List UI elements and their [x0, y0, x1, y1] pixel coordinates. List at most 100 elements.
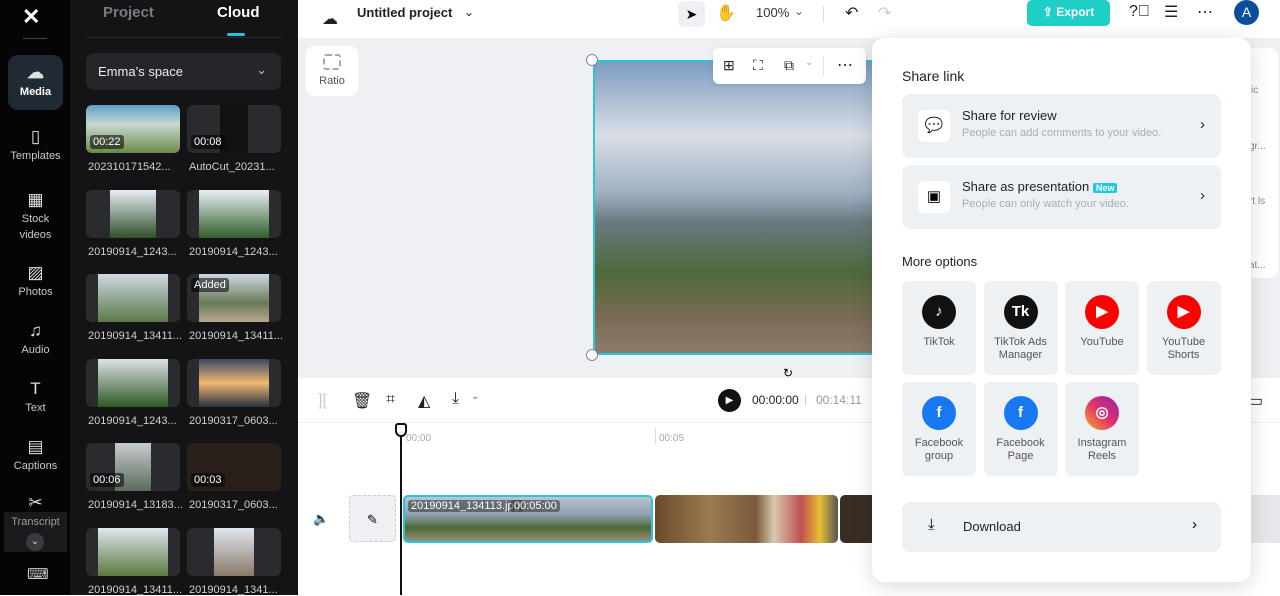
share-as-presentation-button[interactable]: ▣ Share as presentation New People can o… — [902, 165, 1221, 229]
facebook-page-icon: f — [1003, 396, 1038, 430]
card-title: Share for review — [962, 108, 1057, 123]
thumbnail-image — [98, 274, 168, 322]
share-option-label: TikTok — [923, 336, 955, 348]
zoom-level[interactable]: 100% — [756, 5, 789, 20]
media-thumbnail[interactable] — [187, 358, 281, 407]
media-thumbnail[interactable]: 00:03 — [187, 443, 281, 491]
playhead-handle[interactable] — [395, 423, 407, 437]
instagram-reels-icon: ◎ — [1085, 396, 1119, 430]
chevron-down-icon[interactable]: ⌄ — [26, 533, 44, 551]
ratio-button[interactable]: Ratio — [306, 46, 358, 96]
tick-label: 00:00 — [406, 433, 432, 444]
media-name: 20190914_1341... — [189, 583, 278, 596]
share-option-tiktok-ads-manager[interactable]: Tk TikTok Ads Manager — [983, 281, 1058, 375]
export-button[interactable]: ⇪ Export — [1027, 0, 1110, 26]
media-thumbnail[interactable]: 00:22 — [86, 105, 180, 153]
side-label[interactable]: at... — [1249, 260, 1266, 271]
share-popup: Share link 💬 Share for review People can… — [872, 38, 1251, 582]
top-bar: ☁ Untitled project ⌄ ➤ ✋ 100% ⌄ ↶ ↷ ⇪ Ex… — [298, 0, 1280, 38]
project-title[interactable]: Untitled project — [357, 5, 452, 20]
share-option-youtube-shorts[interactable]: ▶ YouTube Shorts — [1146, 281, 1221, 375]
chevron-right-icon: › — [1200, 187, 1205, 204]
tab-cloud[interactable]: Cloud — [217, 4, 260, 21]
side-label[interactable]: rt ls — [1249, 196, 1269, 207]
volume-icon[interactable]: 🔈 — [313, 511, 329, 527]
cover-edit-button[interactable]: ✎ — [349, 495, 396, 542]
play-button[interactable]: ▶ — [718, 389, 741, 412]
media-thumbnail[interactable] — [86, 358, 180, 407]
download-icon[interactable]: ⤓ — [452, 390, 459, 408]
side-label[interactable]: ic — [1251, 85, 1258, 96]
media-thumbnail[interactable] — [86, 189, 180, 238]
presentation-icon: ▣ — [918, 181, 950, 213]
select-tool-icon[interactable]: ➤ — [678, 1, 705, 27]
rail-transcript[interactable]: ✂ Transcript — [8, 493, 63, 530]
rail-captions[interactable]: ▤ Captions — [8, 437, 63, 474]
clip[interactable] — [1251, 495, 1280, 543]
media-thumbnail[interactable]: 00:06 — [86, 443, 180, 491]
split-icon[interactable]: ][ — [318, 392, 327, 410]
share-option-facebook-page[interactable]: f Facebook Page — [983, 382, 1058, 476]
background-icon[interactable]: ⧉ — [784, 57, 794, 74]
rail-text[interactable]: T Text — [8, 379, 63, 416]
divider — [86, 37, 282, 38]
undo-icon[interactable]: ↶ — [845, 3, 858, 23]
chevron-down-icon[interactable]: ⌄ — [471, 391, 479, 402]
media-name: 20190317_0603... — [189, 414, 278, 427]
share-option-youtube[interactable]: ▶ YouTube — [1065, 281, 1139, 375]
delete-icon[interactable]: 🗑 — [352, 391, 372, 411]
help-icon[interactable]: ?⃝ — [1129, 3, 1150, 21]
keyboard-icon[interactable]: ⌨ — [27, 565, 49, 583]
space-selector[interactable]: Emma’s space ⌄ — [86, 53, 281, 90]
crop-icon[interactable]: ⌗ — [386, 391, 395, 409]
share-option-label: Instagram Reels — [1077, 437, 1127, 462]
avatar[interactable]: A — [1234, 0, 1259, 25]
rail-label: Photos — [18, 286, 53, 298]
rail-templates[interactable]: ▯ Templates — [8, 127, 63, 164]
flip-icon[interactable]: ◭ — [418, 391, 430, 411]
media-thumbnail[interactable] — [86, 274, 180, 322]
share-option-facebook-group[interactable]: f Facebook group — [902, 382, 976, 476]
selected-clip[interactable]: 20190914_134113.jpg 00:05:00 — [403, 495, 653, 543]
side-label[interactable]: gr... — [1249, 141, 1266, 152]
thumbnail-image — [98, 527, 168, 576]
rail-media[interactable]: ☁ Media — [8, 55, 63, 110]
share-option-label: YouTube Shorts — [1161, 336, 1206, 361]
rail-stock-videos[interactable]: ▦ Stock videos — [8, 190, 63, 243]
clip[interactable] — [655, 495, 838, 543]
tab-project[interactable]: Project — [103, 4, 154, 21]
download-button[interactable]: ⤓ Download › — [902, 502, 1221, 552]
fit-icon[interactable]: ⛶ — [753, 57, 763, 74]
tick-label: 00:05 — [659, 433, 685, 444]
share-for-review-button[interactable]: 💬 Share for review People can add commen… — [902, 94, 1221, 158]
media-thumbnail[interactable]: 00:08 — [187, 105, 281, 153]
video-preview[interactable] — [593, 60, 883, 355]
resize-handle[interactable] — [586, 54, 598, 66]
redo-icon[interactable]: ↷ — [878, 3, 891, 23]
active-tab-indicator — [227, 33, 245, 36]
more-icon[interactable]: ⋯ — [1197, 2, 1213, 22]
more-icon[interactable]: ⋯ — [837, 55, 853, 75]
playhead[interactable] — [400, 430, 402, 595]
share-option-instagram-reels[interactable]: ◎ Instagram Reels — [1065, 382, 1139, 476]
media-thumbnail[interactable]: Added — [187, 274, 281, 322]
youtube-shorts-icon: ▶ — [1166, 295, 1201, 329]
share-option-tiktok[interactable]: ♪ TikTok — [902, 281, 976, 375]
thumbnail-image — [98, 358, 168, 407]
hand-tool-icon[interactable]: ✋ — [716, 3, 736, 23]
rail-audio[interactable]: ♫ Audio — [8, 321, 63, 358]
media-thumbnail[interactable] — [86, 527, 180, 576]
cloud-saved-icon: ☁ — [322, 11, 338, 28]
replace-image-icon[interactable]: ⊞ — [723, 57, 735, 74]
layers-icon[interactable]: ☰ — [1164, 2, 1178, 22]
chevron-down-icon[interactable]: ⌄ — [805, 57, 813, 68]
rail-photos[interactable]: ▨ Photos — [8, 263, 63, 300]
clip-name: 20190914_134113.jpg — [408, 500, 523, 512]
card-title-text: Share as presentation — [962, 179, 1090, 194]
chevron-down-icon[interactable]: ⌄ — [794, 4, 804, 18]
media-thumbnail[interactable] — [187, 527, 281, 576]
media-thumbnail[interactable] — [187, 189, 281, 238]
capcut-logo[interactable]: ✕ — [22, 4, 40, 30]
chevron-down-icon[interactable]: ⌄ — [464, 5, 474, 19]
resize-handle[interactable] — [586, 349, 598, 361]
